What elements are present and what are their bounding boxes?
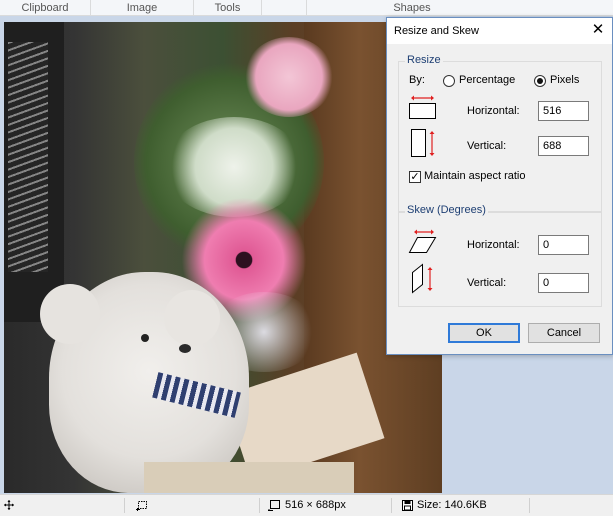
ribbon-labels: Clipboard Image Tools Shapes: [0, 0, 613, 16]
ribbon-group-clipboard: Clipboard: [0, 0, 91, 16]
status-separator: [529, 498, 530, 513]
resize-vertical-icon: [411, 129, 435, 157]
resize-horizontal-label: Horizontal:: [467, 105, 520, 117]
status-separator: [259, 498, 260, 513]
resize-group: Resize By: Percentage Pixels Horizontal:…: [398, 54, 602, 213]
skew-horizontal-input[interactable]: [538, 235, 589, 255]
resize-vertical-input[interactable]: [538, 136, 589, 156]
maintain-aspect-label[interactable]: Maintain aspect ratio: [424, 170, 526, 182]
ribbon-group-shapes: Shapes: [393, 2, 431, 14]
dialog-title: Resize and Skew: [394, 25, 479, 37]
cursor-position-icon: [4, 495, 14, 516]
pixels-label[interactable]: Pixels: [550, 74, 579, 86]
image-dimensions-icon: [268, 495, 280, 516]
ok-button[interactable]: OK: [448, 323, 520, 343]
image-dimensions-text: 516 × 688px: [285, 499, 346, 511]
skew-vertical-label: Vertical:: [467, 277, 507, 289]
cancel-button[interactable]: Cancel: [528, 323, 600, 343]
dialog-title-bar[interactable]: Resize and Skew ✕: [387, 18, 612, 44]
ribbon-group-image: Image: [91, 0, 194, 16]
skew-vertical-input[interactable]: [538, 273, 589, 293]
resize-vertical-label: Vertical:: [467, 140, 507, 152]
skew-horizontal-label: Horizontal:: [467, 239, 520, 251]
skew-section-title: Skew (Degrees): [405, 204, 488, 216]
pixels-radio[interactable]: [534, 75, 546, 87]
status-bar: 516 × 688px Size: 140.6KB: [0, 494, 613, 516]
selection-size-icon: [136, 495, 148, 516]
file-size-icon: [402, 495, 413, 516]
percentage-label[interactable]: Percentage: [459, 74, 515, 86]
resize-skew-dialog: Resize and Skew ✕ Resize By: Percentage …: [386, 17, 613, 355]
resize-horizontal-input[interactable]: [538, 101, 589, 121]
ribbon-group-tools: Tools: [194, 0, 262, 16]
ribbon-group-brushes: [262, 0, 307, 16]
canvas-image[interactable]: [4, 22, 442, 493]
maintain-aspect-checkbox[interactable]: ✓: [409, 171, 421, 183]
resize-section-title: Resize: [405, 54, 443, 66]
by-label: By:: [409, 74, 425, 86]
status-separator: [124, 498, 125, 513]
skew-horizontal-icon: [408, 229, 437, 253]
close-icon[interactable]: ✕: [584, 18, 612, 44]
percentage-radio[interactable]: [443, 75, 455, 87]
skew-vertical-icon: [412, 263, 433, 294]
resize-horizontal-icon: [409, 95, 436, 119]
file-size-text: Size: 140.6KB: [417, 499, 487, 511]
status-separator: [391, 498, 392, 513]
skew-group: Skew (Degrees) Horizontal: Vertical:: [398, 204, 602, 307]
